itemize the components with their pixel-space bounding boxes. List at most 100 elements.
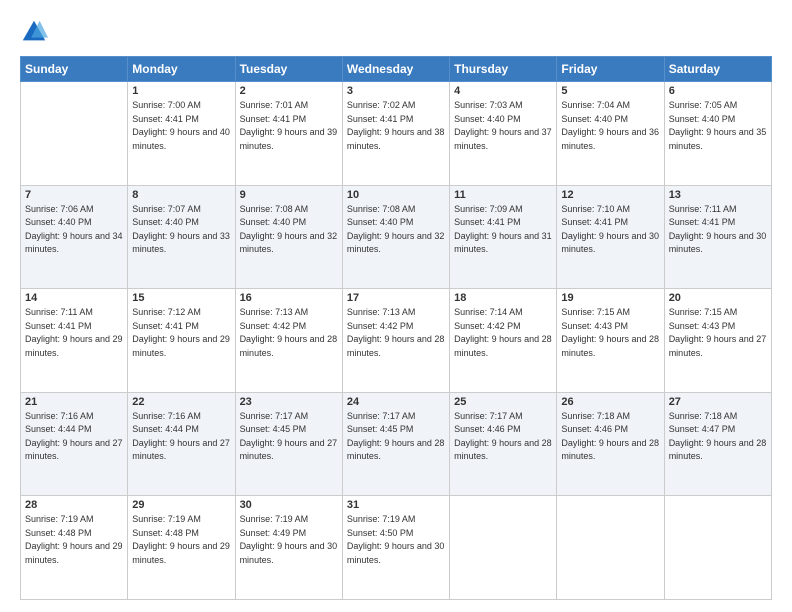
calendar-cell: 21 Sunrise: 7:16 AMSunset: 4:44 PMDayligh… [21,392,128,496]
day-number: 7 [25,189,123,201]
calendar-cell [21,82,128,186]
day-number: 12 [561,189,659,201]
day-number: 30 [240,499,338,511]
calendar-cell: 24 Sunrise: 7:17 AMSunset: 4:45 PMDayligh… [342,392,449,496]
day-number: 1 [132,85,230,97]
calendar-cell: 3Sunrise: 7:02 AMSunset: 4:41 PMDaylight… [342,82,449,186]
page: SundayMondayTuesdayWednesdayThursdayFrid… [0,0,792,612]
day-number: 28 [25,499,123,511]
week-row-0: 1Sunrise: 7:00 AMSunset: 4:41 PMDaylight… [21,82,772,186]
calendar-cell: 23 Sunrise: 7:17 AMSunset: 4:45 PMDayligh… [235,392,342,496]
day-number: 16 [240,292,338,304]
calendar-cell: 7 Sunrise: 7:06 AMSunset: 4:40 PMDaylight… [21,185,128,289]
day-info: Sunrise: 7:11 AMSunset: 4:41 PMDaylight:… [669,203,767,257]
calendar-cell [450,496,557,600]
day-number: 18 [454,292,552,304]
day-number: 10 [347,189,445,201]
day-info: Sunrise: 7:09 AMSunset: 4:41 PMDaylight:… [454,203,552,257]
day-number: 14 [25,292,123,304]
calendar-cell: 6 Sunrise: 7:05 AMSunset: 4:40 PMDaylight… [664,82,771,186]
day-info: Sunrise: 7:19 AMSunset: 4:48 PMDaylight:… [132,513,230,567]
day-info: Sunrise: 7:18 AMSunset: 4:46 PMDaylight:… [561,410,659,464]
day-info: Sunrise: 7:13 AMSunset: 4:42 PMDaylight:… [240,306,338,360]
calendar-table: SundayMondayTuesdayWednesdayThursdayFrid… [20,56,772,600]
weekday-header-thursday: Thursday [450,57,557,82]
logo [20,18,52,46]
day-number: 21 [25,396,123,408]
day-number: 3 [347,85,445,97]
day-info: Sunrise: 7:17 AMSunset: 4:45 PMDaylight:… [347,410,445,464]
day-info: Sunrise: 7:06 AMSunset: 4:40 PMDaylight:… [25,203,123,257]
day-info: Sunrise: 7:19 AMSunset: 4:49 PMDaylight:… [240,513,338,567]
calendar-cell: 27Sunrise: 7:18 AMSunset: 4:47 PMDayligh… [664,392,771,496]
logo-icon [20,18,48,46]
day-number: 17 [347,292,445,304]
calendar-cell: 15 Sunrise: 7:12 AMSunset: 4:41 PMDayligh… [128,289,235,393]
day-info: Sunrise: 7:12 AMSunset: 4:41 PMDaylight:… [132,306,230,360]
day-info: Sunrise: 7:17 AMSunset: 4:46 PMDaylight:… [454,410,552,464]
day-info: Sunrise: 7:15 AMSunset: 4:43 PMDaylight:… [561,306,659,360]
calendar-cell: 30 Sunrise: 7:19 AMSunset: 4:49 PMDayligh… [235,496,342,600]
calendar-cell: 28 Sunrise: 7:19 AMSunset: 4:48 PMDayligh… [21,496,128,600]
day-number: 6 [669,85,767,97]
day-number: 23 [240,396,338,408]
day-info: Sunrise: 7:05 AMSunset: 4:40 PMDaylight:… [669,99,767,153]
day-number: 9 [240,189,338,201]
calendar-cell: 19 Sunrise: 7:15 AMSunset: 4:43 PMDayligh… [557,289,664,393]
day-info: Sunrise: 7:18 AMSunset: 4:47 PMDaylight:… [669,410,767,464]
weekday-header-wednesday: Wednesday [342,57,449,82]
day-info: Sunrise: 7:16 AMSunset: 4:44 PMDaylight:… [132,410,230,464]
calendar-cell: 2Sunrise: 7:01 AMSunset: 4:41 PMDaylight… [235,82,342,186]
calendar-cell: 20 Sunrise: 7:15 AMSunset: 4:43 PMDayligh… [664,289,771,393]
calendar-cell: 29Sunrise: 7:19 AMSunset: 4:48 PMDayligh… [128,496,235,600]
day-number: 20 [669,292,767,304]
header [20,18,772,46]
calendar-cell: 4 Sunrise: 7:03 AMSunset: 4:40 PMDaylight… [450,82,557,186]
calendar-cell [664,496,771,600]
week-row-2: 14 Sunrise: 7:11 AMSunset: 4:41 PMDayligh… [21,289,772,393]
day-number: 24 [347,396,445,408]
day-info: Sunrise: 7:19 AMSunset: 4:50 PMDaylight:… [347,513,445,567]
calendar-cell: 26 Sunrise: 7:18 AMSunset: 4:46 PMDayligh… [557,392,664,496]
day-info: Sunrise: 7:04 AMSunset: 4:40 PMDaylight:… [561,99,659,153]
day-number: 15 [132,292,230,304]
calendar-cell: 12 Sunrise: 7:10 AMSunset: 4:41 PMDayligh… [557,185,664,289]
day-info: Sunrise: 7:08 AMSunset: 4:40 PMDaylight:… [347,203,445,257]
day-number: 31 [347,499,445,511]
day-number: 8 [132,189,230,201]
weekday-header-row: SundayMondayTuesdayWednesdayThursdayFrid… [21,57,772,82]
calendar-cell: 8 Sunrise: 7:07 AMSunset: 4:40 PMDaylight… [128,185,235,289]
day-info: Sunrise: 7:17 AMSunset: 4:45 PMDaylight:… [240,410,338,464]
calendar-cell: 22Sunrise: 7:16 AMSunset: 4:44 PMDayligh… [128,392,235,496]
day-number: 4 [454,85,552,97]
day-info: Sunrise: 7:07 AMSunset: 4:40 PMDaylight:… [132,203,230,257]
calendar-cell: 11 Sunrise: 7:09 AMSunset: 4:41 PMDayligh… [450,185,557,289]
weekday-header-sunday: Sunday [21,57,128,82]
calendar-cell: 17 Sunrise: 7:13 AMSunset: 4:42 PMDayligh… [342,289,449,393]
weekday-header-friday: Friday [557,57,664,82]
week-row-1: 7 Sunrise: 7:06 AMSunset: 4:40 PMDaylight… [21,185,772,289]
day-number: 26 [561,396,659,408]
day-number: 13 [669,189,767,201]
calendar-cell: 9 Sunrise: 7:08 AMSunset: 4:40 PMDaylight… [235,185,342,289]
week-row-3: 21 Sunrise: 7:16 AMSunset: 4:44 PMDayligh… [21,392,772,496]
weekday-header-monday: Monday [128,57,235,82]
day-info: Sunrise: 7:10 AMSunset: 4:41 PMDaylight:… [561,203,659,257]
calendar-cell: 31 Sunrise: 7:19 AMSunset: 4:50 PMDayligh… [342,496,449,600]
calendar-cell: 18 Sunrise: 7:14 AMSunset: 4:42 PMDayligh… [450,289,557,393]
weekday-header-saturday: Saturday [664,57,771,82]
day-info: Sunrise: 7:19 AMSunset: 4:48 PMDaylight:… [25,513,123,567]
day-number: 11 [454,189,552,201]
day-info: Sunrise: 7:15 AMSunset: 4:43 PMDaylight:… [669,306,767,360]
day-info: Sunrise: 7:08 AMSunset: 4:40 PMDaylight:… [240,203,338,257]
calendar-cell: 10 Sunrise: 7:08 AMSunset: 4:40 PMDayligh… [342,185,449,289]
day-info: Sunrise: 7:03 AMSunset: 4:40 PMDaylight:… [454,99,552,153]
day-number: 2 [240,85,338,97]
day-info: Sunrise: 7:14 AMSunset: 4:42 PMDaylight:… [454,306,552,360]
day-info: Sunrise: 7:13 AMSunset: 4:42 PMDaylight:… [347,306,445,360]
day-number: 25 [454,396,552,408]
day-info: Sunrise: 7:11 AMSunset: 4:41 PMDaylight:… [25,306,123,360]
day-info: Sunrise: 7:16 AMSunset: 4:44 PMDaylight:… [25,410,123,464]
calendar-cell: 1Sunrise: 7:00 AMSunset: 4:41 PMDaylight… [128,82,235,186]
day-number: 19 [561,292,659,304]
